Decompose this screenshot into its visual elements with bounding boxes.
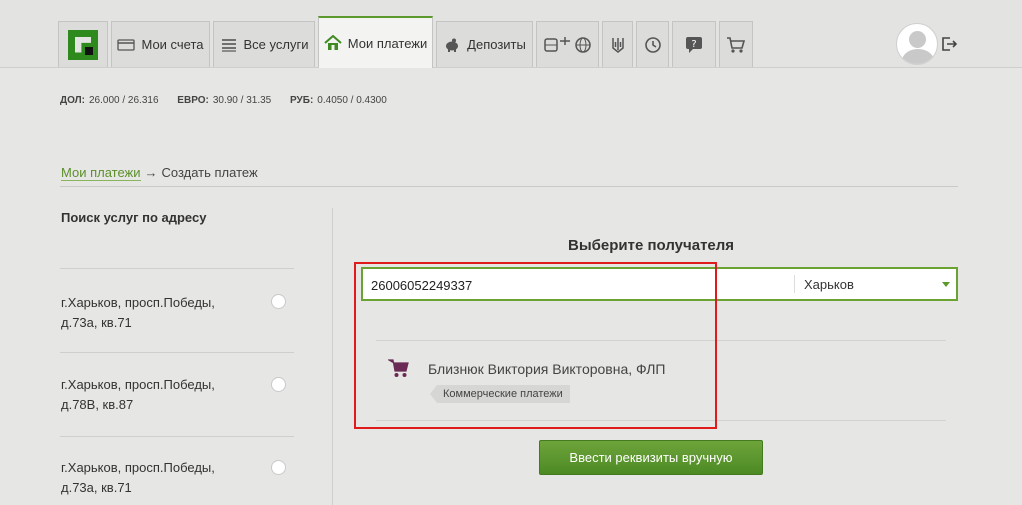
address-radio[interactable] [271,294,286,309]
tab-my-payments[interactable]: Мои платежи [318,16,433,68]
trident-icon [611,37,624,53]
address-radio[interactable] [271,460,286,475]
divider [60,436,294,437]
card-icon [117,38,136,51]
rate-usd: ДОЛ: 26.000 / 26.316 [60,95,159,106]
list-icon [221,38,236,52]
svg-text:?: ? [691,39,696,50]
tab-label: Все услуги [243,37,309,52]
breadcrumb: Мои платежи → Создать платеж [61,165,258,181]
logout-icon[interactable] [941,36,957,52]
tab-my-accounts[interactable]: Мои счета [111,21,210,67]
divider [60,268,294,269]
top-navigation: Мои счета Все услуги Мои платежи Депозит… [0,0,1022,68]
breadcrumb-arrow: → [144,165,158,180]
address-item[interactable]: г.Харьков, просп.Победы, д.73а, кв.71 [61,458,215,498]
history-icon [644,36,661,53]
enter-details-manually-button[interactable]: Ввести реквизиты вручную [539,440,763,475]
sidebar-title: Поиск услуг по адресу [61,210,207,225]
address-item[interactable]: г.Харьков, просп.Победы, д.73а, кв.71 [61,293,215,333]
tab-label: Депозиты [467,37,526,52]
transport-globe-icon [543,36,591,53]
chevron-down-icon[interactable] [942,282,950,287]
address-radio[interactable] [271,377,286,392]
shopping-cart-icon [727,36,746,53]
tab-travel[interactable] [536,21,599,67]
address-item[interactable]: г.Харьков, просп.Победы, д.78В, кв.87 [61,375,215,415]
column-divider [332,208,333,505]
user-avatar[interactable] [896,23,938,65]
tab-all-services[interactable]: Все услуги [213,21,315,67]
rate-rub: РУБ: 0.4050 / 0.4300 [290,95,387,106]
breadcrumb-current: Создать платеж [161,165,258,180]
piggy-bank-icon [446,38,459,52]
tab-label: Мои счета [141,37,204,52]
tab-label: Мои платежи [347,35,428,51]
city-select[interactable]: Харьков [804,277,854,292]
privatbank-logo-tab[interactable] [58,21,108,67]
tab-shop[interactable] [719,21,753,67]
exchange-rates: ДОЛ: 26.000 / 26.316 ЕВРО: 30.90 / 31.35 Р… [60,95,403,106]
divider [794,275,795,293]
home-icon [324,35,342,50]
privatbank-logo [68,29,98,60]
breadcrumb-link-my-payments[interactable]: Мои платежи [61,165,141,181]
tab-history[interactable] [636,21,669,67]
divider [60,352,294,353]
tab-government[interactable] [602,21,633,67]
highlight-annotation [354,262,717,429]
rate-eur: ЕВРО: 30.90 / 31.35 [177,95,272,106]
tab-help[interactable]: ? [672,21,716,67]
recipient-heading: Выберите получателя [568,237,735,254]
divider [60,186,958,187]
tab-deposits[interactable]: Депозиты [436,21,533,67]
help-chat-icon: ? [686,36,702,53]
